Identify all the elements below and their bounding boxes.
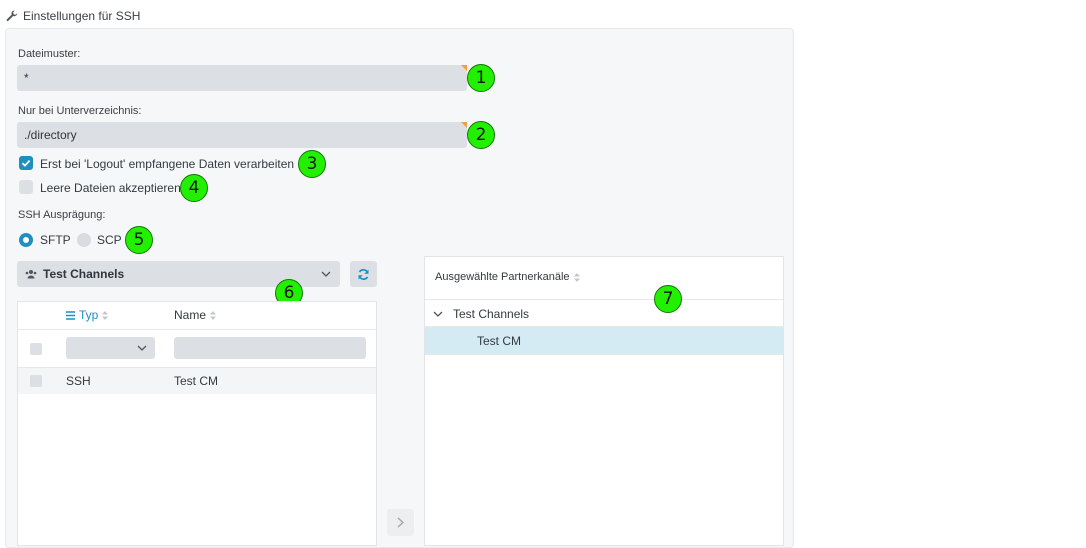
empty-files-label: Leere Dateien akzeptieren	[40, 181, 181, 195]
list-icon	[66, 310, 75, 320]
required-marker	[461, 122, 467, 128]
users-icon	[25, 270, 37, 279]
scp-radio[interactable]	[77, 233, 91, 247]
tree-item-label: Test CM	[477, 334, 522, 348]
header-divider	[425, 299, 783, 300]
sort-icon	[102, 310, 109, 320]
file-pattern-input[interactable]: *	[17, 65, 467, 91]
selected-channels-title: Ausgewählte Partnerkanäle	[435, 271, 570, 283]
item-divider	[425, 354, 783, 355]
selected-channels-header[interactable]: Ausgewählte Partnerkanäle	[435, 271, 580, 283]
name-filter-input[interactable]	[174, 337, 366, 359]
row-checkbox[interactable]	[30, 375, 42, 387]
badge-4: 4	[180, 174, 208, 202]
channel-table: Typ Name SSH Test CM	[17, 301, 377, 546]
badge-7: 7	[654, 285, 682, 313]
checkmark-icon	[21, 159, 31, 167]
sort-icon	[573, 272, 580, 282]
subdirectory-value: ./directory	[24, 128, 77, 142]
sort-icon	[210, 310, 217, 320]
column-type-label: Typ	[79, 308, 99, 322]
subdirectory-input[interactable]: ./directory	[17, 122, 467, 148]
type-filter-select[interactable]	[66, 337, 155, 359]
selected-channels-panel: Ausgewählte Partnerkanäle Test Channels …	[424, 256, 784, 546]
ssh-type-label: SSH Ausprägung:	[18, 209, 106, 221]
file-pattern-value: *	[24, 71, 29, 85]
wrench-icon	[6, 10, 18, 22]
column-name-header[interactable]: Name	[174, 308, 217, 322]
empty-files-checkbox[interactable]	[19, 180, 33, 194]
logout-label: Erst bei 'Logout' empfangene Daten verar…	[40, 157, 295, 171]
file-pattern-label: Dateimuster:	[18, 48, 81, 60]
chevron-down-icon[interactable]	[433, 311, 443, 317]
refresh-button[interactable]	[350, 261, 377, 287]
badge-5: 5	[125, 226, 153, 254]
filter-row-checkbox[interactable]	[30, 343, 42, 355]
scp-label: SCP	[97, 233, 122, 247]
chevron-down-icon	[321, 271, 331, 277]
header-title: Einstellungen für SSH	[23, 9, 141, 23]
row-name: Test CM	[174, 374, 219, 388]
column-name-label: Name	[174, 308, 207, 322]
sftp-label: SFTP	[40, 233, 71, 247]
required-marker	[461, 65, 467, 71]
badge-3: 3	[298, 150, 326, 178]
channel-select-value: Test Channels	[43, 267, 125, 281]
table-row[interactable]: SSH Test CM	[18, 368, 376, 394]
settings-header: Einstellungen für SSH	[6, 6, 140, 26]
subdirectory-label: Nur bei Unterverzeichnis:	[18, 105, 142, 117]
move-right-button[interactable]	[387, 509, 414, 536]
column-type-header[interactable]: Typ	[66, 308, 109, 322]
chevron-right-icon	[397, 517, 404, 528]
logout-checkbox[interactable]	[19, 156, 33, 170]
row-type: SSH	[66, 374, 91, 388]
header-divider	[18, 329, 376, 330]
refresh-icon	[358, 268, 369, 280]
sftp-radio[interactable]	[19, 233, 33, 247]
badge-1: 1	[467, 64, 495, 92]
chevron-down-icon	[137, 345, 147, 351]
tree-item-selected[interactable]: Test CM	[425, 327, 783, 354]
badge-2: 2	[467, 121, 495, 149]
tree-group-label[interactable]: Test Channels	[453, 307, 529, 321]
